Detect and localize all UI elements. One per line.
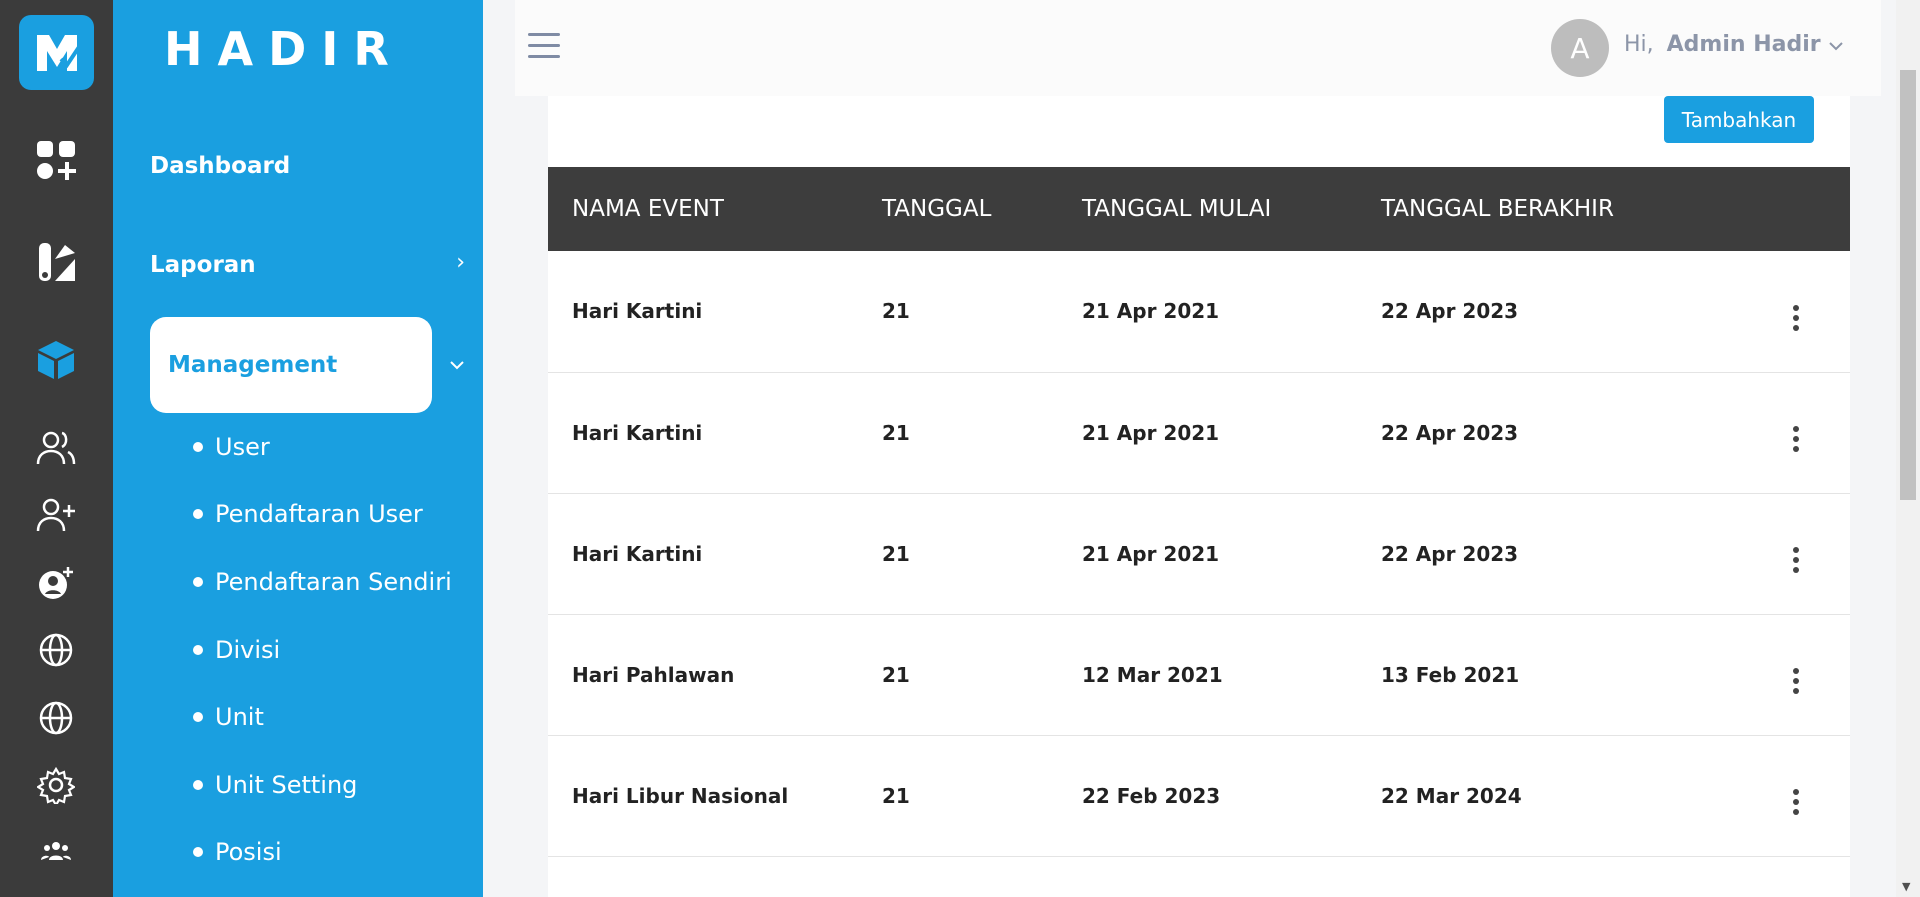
cell-event-name: Hari Kartini	[548, 251, 882, 373]
cell-tanggal: 21	[882, 735, 1082, 857]
table-header-row: NAMA EVENT TANGGAL TANGGAL MULAI TANGGAL…	[548, 167, 1850, 251]
column-header[interactable]: TANGGAL BERAKHIR	[1381, 167, 1741, 251]
content-card: Tambahkan NAMA EVENT TANGGAL TANGGAL MUL…	[548, 96, 1850, 897]
group-icon[interactable]	[32, 827, 80, 875]
cell-tanggal-berakhir: 22 Apr 2023	[1381, 372, 1741, 494]
icon-rail	[0, 0, 113, 897]
cell-tanggal-berakhir: 22 Apr 2023	[1381, 493, 1741, 615]
users-icon[interactable]	[32, 424, 80, 472]
cell-tanggal: 21	[882, 493, 1082, 615]
bullet-icon	[193, 509, 203, 519]
cell-tanggal-mulai: 21 Apr 2021	[1082, 251, 1381, 373]
app-logo-icon[interactable]	[19, 15, 94, 90]
cell-event-name: Hari Kartini	[548, 372, 882, 494]
column-header-actions	[1741, 167, 1850, 251]
scroll-down-icon[interactable]: ▼	[1902, 880, 1910, 893]
report-icon[interactable]	[32, 238, 80, 286]
cell-tanggal: 21	[882, 251, 1082, 373]
column-header[interactable]: NAMA EVENT	[548, 167, 882, 251]
bullet-icon	[193, 847, 203, 857]
greeting-text: Hi,	[1624, 32, 1654, 57]
avatar[interactable]: A	[1551, 19, 1609, 77]
sidebar-item-label: Laporan	[150, 252, 256, 278]
events-table: NAMA EVENT TANGGAL TANGGAL MULAI TANGGAL…	[548, 167, 1850, 857]
sidebar-item-management[interactable]: Management	[150, 317, 432, 413]
cell-event-name: Hari Libur Nasional	[548, 735, 882, 857]
table-row: Hari Libur Nasional 21 22 Feb 2023 22 Ma…	[548, 735, 1850, 857]
cell-tanggal-mulai: 22 Feb 2023	[1082, 735, 1381, 857]
scrollbar[interactable]: ▼	[1896, 0, 1920, 897]
management-cube-icon[interactable]	[32, 336, 80, 384]
globe-icon[interactable]	[32, 626, 80, 674]
bullet-icon	[193, 712, 203, 722]
user-greeting[interactable]: Hi, Admin Hadir	[1624, 32, 1844, 57]
dashboard-icon[interactable]	[32, 136, 80, 184]
sidebar-item-label: Management	[168, 352, 338, 378]
user-name: Admin Hadir	[1666, 32, 1821, 57]
sidebar-subitem-user[interactable]: User	[193, 433, 270, 461]
sidebar-subitem-unit[interactable]: Unit	[193, 703, 264, 731]
more-options-icon[interactable]	[1741, 251, 1850, 373]
sidebar-subitem-posisi[interactable]: Posisi	[193, 838, 282, 866]
bullet-icon	[193, 645, 203, 655]
add-button[interactable]: Tambahkan	[1664, 96, 1814, 143]
cell-tanggal: 21	[882, 614, 1082, 736]
cell-event-name: Hari Pahlawan	[548, 614, 882, 736]
cell-tanggal-mulai: 12 Mar 2021	[1082, 614, 1381, 736]
table-row: Hari Kartini 21 21 Apr 2021 22 Apr 2023	[548, 251, 1850, 373]
sidebar-item-dashboard[interactable]: Dashboard	[150, 153, 290, 179]
hamburger-menu-icon[interactable]	[528, 33, 560, 59]
cell-tanggal-berakhir: 22 Apr 2023	[1381, 251, 1741, 373]
user-plus-icon[interactable]	[32, 559, 80, 607]
sidebar-subitem-divisi[interactable]: Divisi	[193, 636, 280, 664]
chevron-down-icon[interactable]	[1828, 32, 1844, 57]
cell-tanggal-mulai: 21 Apr 2021	[1082, 372, 1381, 494]
column-header[interactable]: TANGGAL MULAI	[1082, 167, 1381, 251]
table-row: Hari Kartini 21 21 Apr 2021 22 Apr 2023	[548, 493, 1850, 615]
gear-icon[interactable]	[32, 761, 80, 809]
cell-tanggal-mulai: 21 Apr 2021	[1082, 493, 1381, 615]
table-row: Hari Pahlawan 21 12 Mar 2021 13 Feb 2021	[548, 614, 1850, 736]
globe-icon[interactable]	[32, 694, 80, 742]
bullet-icon	[193, 442, 203, 452]
cell-tanggal-berakhir: 13 Feb 2021	[1381, 614, 1741, 736]
sidebar: HADIR Dashboard Laporan › Management Use…	[113, 0, 483, 897]
bullet-icon	[193, 780, 203, 790]
sidebar-subitem-pendaftaran-user[interactable]: Pendaftaran User	[193, 500, 423, 528]
cell-tanggal: 21	[882, 372, 1082, 494]
bullet-icon	[193, 577, 203, 587]
scrollbar-thumb[interactable]	[1900, 70, 1916, 500]
table-row: Hari Kartini 21 21 Apr 2021 22 Apr 2023	[548, 372, 1850, 494]
column-header[interactable]: TANGGAL	[882, 167, 1082, 251]
cell-tanggal-berakhir: 22 Mar 2024	[1381, 735, 1741, 857]
sidebar-item-laporan[interactable]: Laporan	[150, 252, 450, 278]
sidebar-subitem-pendaftaran-sendiri[interactable]: Pendaftaran Sendiri	[193, 568, 452, 596]
chevron-right-icon[interactable]: ›	[456, 250, 465, 275]
sidebar-subitem-unit-setting[interactable]: Unit Setting	[193, 771, 357, 799]
chevron-down-icon[interactable]	[449, 351, 465, 376]
topbar: A Hi, Admin Hadir	[515, 0, 1881, 96]
cell-event-name: Hari Kartini	[548, 493, 882, 615]
more-options-icon[interactable]	[1741, 372, 1850, 494]
more-options-icon[interactable]	[1741, 614, 1850, 736]
brand-title: HADIR	[164, 22, 404, 76]
more-options-icon[interactable]	[1741, 493, 1850, 615]
user-add-icon[interactable]	[32, 491, 80, 539]
more-options-icon[interactable]	[1741, 735, 1850, 857]
